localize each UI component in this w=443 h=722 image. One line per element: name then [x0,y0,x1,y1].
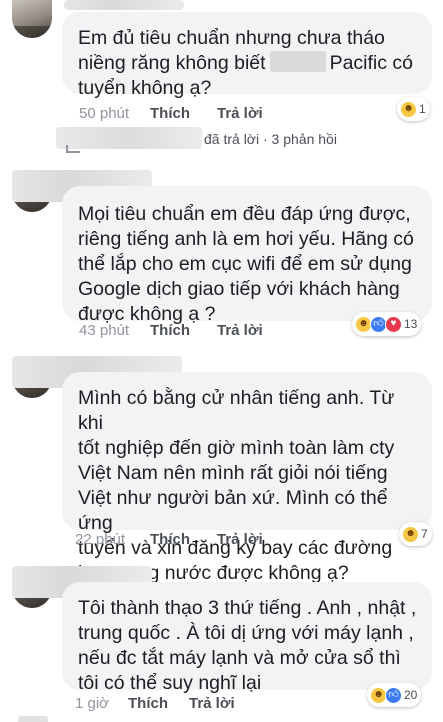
replies-summary-row[interactable]: đã trả lời · 3 phản hồi [56,127,436,153]
haha-icon: ☻ [400,100,417,118]
comment-bubble: Mình có bằng cử nhân tiếng anh. Từ khi t… [62,372,432,584]
comment-timestamp[interactable]: 50 phút [79,105,129,122]
reply-link[interactable]: Trả lời [217,531,263,548]
comment-text: Tôi thành thạo 3 thứ tiếng . Anh , nhật … [78,597,417,694]
like-link[interactable]: Thích [150,322,190,339]
reaction-summary[interactable]: ☻ 👍︎ ♥ 13 [352,312,422,336]
like-link[interactable]: Thích [150,105,190,122]
love-icon: ♥ [385,315,402,333]
reaction-summary[interactable]: ☻ 7 [399,522,432,546]
reaction-summary[interactable]: ☻ 1 [397,97,430,121]
comment-text: Em đủ tiêu chuẩn nhưng chưa tháo niềng r… [78,27,414,99]
reply-link[interactable]: Trả lời [217,322,263,339]
redacted-text [269,51,326,72]
comment-bubble: Tôi thành thạo 3 thứ tiếng . Anh , nhật … [62,582,432,694]
reply-link[interactable]: Trả lời [217,105,263,122]
comment-text: Mình có bằng cử nhân tiếng anh. Từ khi t… [78,387,395,584]
comment-timestamp[interactable]: 43 phút [79,322,129,339]
commenter-name-blurred [64,0,184,10]
reaction-count: 20 [404,688,418,702]
replies-summary-text[interactable]: đã trả lời · 3 phản hồi [204,131,337,147]
comment-text: Mọi tiêu chuẩn em đều đáp ứng được, riên… [78,203,414,325]
reaction-count: 7 [421,527,428,541]
reaction-count: 1 [419,102,426,116]
like-icon: 👍︎ [385,686,402,704]
comment-timestamp[interactable]: 22 phút [75,531,125,548]
reaction-summary[interactable]: ☻ 👍︎ 20 [367,683,422,707]
reply-arrow-icon [66,145,80,153]
like-link[interactable]: Thích [128,695,168,712]
next-comment-avatar-partial [18,716,48,722]
avatar[interactable] [12,0,52,38]
reaction-count: 13 [404,317,418,331]
comment-timestamp[interactable]: 1 giờ [75,695,109,712]
haha-icon: ☻ [402,525,419,543]
comment-bubble: Em đủ tiêu chuẩn nhưng chưa tháo niềng r… [62,12,432,99]
comment-bubble: Mọi tiêu chuẩn em đều đáp ứng được, riên… [62,186,432,325]
like-link[interactable]: Thích [150,531,190,548]
reply-link[interactable]: Trả lời [189,695,235,712]
